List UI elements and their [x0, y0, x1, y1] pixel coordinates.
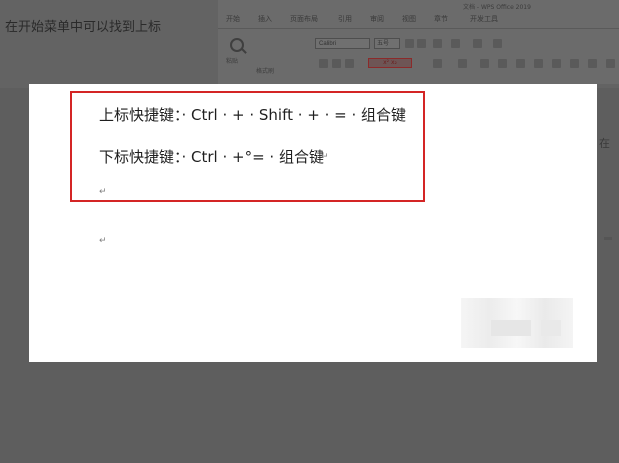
ribbon-divider	[218, 28, 619, 29]
caption-text: 在开始菜单中可以找到上标	[5, 20, 162, 35]
font-name-select[interactable]: Calibri	[315, 38, 370, 49]
paragraph-mark: ↵	[99, 187, 107, 197]
tab-home[interactable]: 开始	[226, 14, 240, 24]
tab-references[interactable]: 引用	[338, 14, 352, 24]
pinyin-icon[interactable]	[451, 39, 460, 48]
line-spacing-icon[interactable]	[552, 59, 561, 68]
search-icon[interactable]	[230, 38, 244, 52]
shading-icon[interactable]	[570, 59, 579, 68]
tab-page-layout[interactable]: 页面布局	[290, 14, 318, 24]
font-color-icon[interactable]	[458, 59, 467, 68]
border-icon[interactable]	[588, 59, 597, 68]
font-size-select[interactable]: 五号	[374, 38, 400, 49]
tab-section[interactable]: 章节	[434, 14, 448, 24]
paragraph-mark: ↵	[378, 110, 386, 120]
bullet-list-icon[interactable]	[473, 39, 482, 48]
grow-font-icon[interactable]	[405, 39, 414, 48]
italic-icon[interactable]	[332, 59, 341, 68]
shrink-font-icon[interactable]	[417, 39, 426, 48]
justify-icon[interactable]	[534, 59, 543, 68]
more-icon[interactable]	[606, 59, 615, 68]
superscript-shortcut-line[interactable]: 上标快捷键：· Ctrl · + · Shift · + · = · 组合键	[99, 104, 406, 125]
paste-label[interactable]: 粘贴	[226, 56, 238, 65]
paragraph-mark: ↵	[99, 236, 107, 246]
highlight-icon[interactable]	[433, 59, 442, 68]
align-left-icon[interactable]	[480, 59, 489, 68]
subscript-shortcut-line[interactable]: 下标快捷键：· Ctrl · +°= · 组合键	[99, 146, 324, 167]
bold-icon[interactable]	[319, 59, 328, 68]
align-center-icon[interactable]	[498, 59, 507, 68]
tab-review[interactable]: 审阅	[370, 14, 384, 24]
numbered-list-icon[interactable]	[493, 39, 502, 48]
clear-format-icon[interactable]	[433, 39, 442, 48]
superscript-subscript-buttons[interactable]: x² x₂	[368, 58, 412, 68]
side-tick	[604, 237, 612, 240]
underline-icon[interactable]	[345, 59, 354, 68]
blurred-watermark	[461, 298, 573, 348]
ribbon-toolbar: 文档 - WPS Office 2019 开始 插入 页面布局 引用 审阅 视图…	[218, 0, 619, 84]
side-text: 在	[599, 137, 610, 150]
window-title: 文档 - WPS Office 2019	[463, 4, 531, 11]
align-right-icon[interactable]	[516, 59, 525, 68]
tab-insert[interactable]: 插入	[258, 14, 272, 24]
tab-view[interactable]: 视图	[402, 14, 416, 24]
format-painter-label[interactable]: 格式刷	[256, 66, 274, 75]
tab-developer[interactable]: 开发工具	[470, 14, 498, 24]
paragraph-mark: ↵	[321, 152, 329, 162]
